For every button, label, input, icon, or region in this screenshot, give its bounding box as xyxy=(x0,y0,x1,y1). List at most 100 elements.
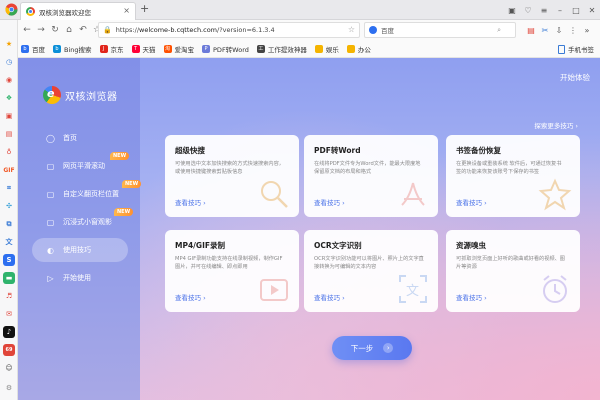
welcome-page: 双核浏览器 ◯首页▢网页平滑滚动NEW▢自定义翻页栏位置NEW▢沉浸式小窗观影N… xyxy=(18,58,600,400)
history-icon[interactable]: ◉ xyxy=(3,74,15,86)
tab-list-icon[interactable]: ▣ xyxy=(504,6,520,15)
tab-close-icon[interactable]: × xyxy=(123,6,130,15)
chat-icon[interactable]: ▬ xyxy=(3,272,15,284)
bookmark-item[interactable]: T 天猫 xyxy=(131,44,156,54)
view-tip-link[interactable]: 查看技巧 › xyxy=(456,197,487,207)
settings-icon[interactable]: ⋮ xyxy=(566,26,580,35)
bookmark-favicon-icon: 淘 xyxy=(163,44,172,53)
tip-card[interactable]: PDF转Word 在线将PDF文件专为Word文件，能最大限度地保留原文档的布局和… xyxy=(304,135,438,217)
settings-side-icon[interactable]: ⚙ xyxy=(3,382,15,394)
bookmark-item[interactable]: P PDF转Word xyxy=(202,44,249,54)
pdf-tool-icon[interactable]: ▤ xyxy=(524,26,538,35)
view-tip-link[interactable]: 查看技巧 › xyxy=(456,292,487,302)
bookmark-item[interactable]: 工工作提效神器 xyxy=(256,44,307,54)
menu-item[interactable]: ◐ 使用技巧 xyxy=(32,238,128,262)
url-input[interactable]: 🔒 https://welcome-b.cqttech.com/?version… xyxy=(98,22,360,38)
link-icon[interactable]: ✣ xyxy=(3,200,15,212)
menu-item[interactable]: ▢ 自定义翻页栏位置 NEW xyxy=(32,180,142,206)
crop-icon[interactable]: ⌗ xyxy=(3,182,15,194)
minimize-icon[interactable]: – xyxy=(552,6,568,15)
bookmark-label: 京东 xyxy=(110,45,124,54)
menu-item[interactable]: ▢ 网页平滑滚动 NEW xyxy=(32,152,130,178)
bookmark-label: 天猫 xyxy=(142,45,156,54)
bookmark-item[interactable]: J 京东 xyxy=(99,44,124,54)
clock-icon[interactable]: ◷ xyxy=(3,56,15,68)
bookmark-label: 爱淘宝 xyxy=(174,45,195,54)
location-icon[interactable]: ♁ xyxy=(3,146,15,158)
tip-card[interactable]: 资源嗅虫 可抓取浏览页面上好听的歌曲或好看的视频、图片等资源 查看技巧 › xyxy=(446,230,580,312)
welcome-menu: ◯ 首页 ▢ 网页平滑滚动 NEW ▢ 自定义翻页栏位置 NEW ▢ 沉浸式小窗观影 NEW ◐ 使用技… xyxy=(32,126,142,294)
bookmark-item[interactable]: 淘爱淘宝 xyxy=(163,44,195,54)
star-icon[interactable]: ★ xyxy=(3,38,15,50)
view-tip-link[interactable]: 查看技巧 › xyxy=(314,292,345,302)
bookmark-item[interactable]: b Bing搜索 xyxy=(53,44,92,54)
menu-item[interactable]: ◯ 首页 xyxy=(32,126,128,150)
new-tab-button[interactable]: + xyxy=(140,2,149,15)
welcome-sidebar: 双核浏览器 ◯首页▢网页平滑滚动NEW▢自定义翻页栏位置NEW▢沉浸式小窗观影N… xyxy=(18,58,142,400)
reload-icon[interactable]: ↻ xyxy=(48,25,62,35)
avatar-icon[interactable]: ☺ xyxy=(3,362,15,374)
bookmark-label: 工作提效神器 xyxy=(267,45,307,54)
circle-icon: ◯ xyxy=(46,133,55,143)
bookmark-star-icon[interactable]: ☆ xyxy=(348,25,355,34)
tip-card-description: MP4 GIF录制功能支持在线录制视频，制作GIF图片，并可在线编辑、即点即用 xyxy=(175,256,283,270)
app-icon[interactable]: 69 xyxy=(3,344,15,356)
home-icon[interactable]: ⌂ xyxy=(62,25,76,35)
note-icon[interactable]: ▤ xyxy=(3,128,15,140)
back-icon[interactable]: ← xyxy=(20,25,34,35)
view-tip-link[interactable]: 查看技巧 › xyxy=(175,197,206,207)
tip-card[interactable]: OCR文字识别 OCR文字识别功能可以将图片、照片上的文字直接转换为可编辑的文本内… xyxy=(304,230,438,312)
bookmark-favicon-icon: J xyxy=(99,44,108,53)
start-experience-link[interactable]: 开始体验 xyxy=(560,72,590,83)
apps-icon[interactable]: ❖ xyxy=(3,92,15,104)
bookmark-item[interactable]: 办公 xyxy=(346,44,371,54)
search-input[interactable]: 百度 ⌕ xyxy=(364,22,516,38)
explore-more-link[interactable]: 探索更多技巧 › xyxy=(534,120,578,130)
tip-card[interactable]: MP4/GIF录制 MP4 GIF录制功能支持在线录制视频，制作GIF图片，并可在… xyxy=(165,230,299,312)
menu-item-label: 开始使用 xyxy=(63,274,91,282)
download-icon[interactable]: ⇩ xyxy=(552,26,566,35)
toolbar-icons: ▤ ✂ ⇩ ⋮ » xyxy=(524,20,594,40)
clock-illustration-icon xyxy=(538,272,572,306)
bookmark-favicon-icon: P xyxy=(202,44,211,53)
view-tip-link[interactable]: 查看技巧 › xyxy=(175,292,206,302)
video-icon[interactable]: ▣ xyxy=(3,110,15,122)
tip-card[interactable]: 超级快搜 可使用选中文本加快搜索的方式快速搜索内容，或使用快捷键搜索剪贴板信息 查看… xyxy=(165,135,299,217)
undo-close-icon[interactable]: ↶ xyxy=(76,25,90,35)
browser-logo-icon[interactable] xyxy=(2,1,20,19)
page-icon: ▢ xyxy=(46,217,55,227)
search-icon[interactable]: ⌕ xyxy=(497,26,501,35)
music-icon[interactable]: ♬ xyxy=(3,290,15,302)
search-engine-label: 百度 xyxy=(381,27,394,35)
view-tip-link[interactable]: 查看技巧 › xyxy=(314,197,345,207)
tip-card-title: 资源嗅虫 xyxy=(456,241,486,250)
menu-icon[interactable]: ≡ xyxy=(536,6,552,15)
more-icon[interactable]: » xyxy=(580,26,594,35)
folder-icon xyxy=(314,44,323,53)
next-step-button[interactable]: 下一步 › xyxy=(332,336,412,360)
menu-item[interactable]: ▷ 开始使用 xyxy=(32,266,128,290)
screen-icon[interactable]: ⧉ xyxy=(3,218,15,230)
tip-card[interactable]: 书签备份恢复 在更换设备或重装系统 软件后，可通过恢复书签的功能来恢复该账号下保存… xyxy=(446,135,580,217)
mobile-bookmarks-link[interactable]: 手机书签 xyxy=(558,44,594,54)
page-icon: ▢ xyxy=(46,189,55,199)
browser-tab[interactable]: 双核浏览器欢迎您 × xyxy=(20,2,136,20)
gif-icon[interactable]: GIF xyxy=(3,164,15,176)
forward-icon[interactable]: → xyxy=(34,25,48,35)
bookmark-item[interactable]: 娱乐 xyxy=(314,44,339,54)
translate-icon[interactable]: 文 xyxy=(3,236,15,248)
page-icon: ▢ xyxy=(46,161,55,171)
close-window-icon[interactable]: ✕ xyxy=(584,6,600,15)
weibo-icon[interactable]: S xyxy=(3,254,15,266)
screenshot-icon[interactable]: ✂ xyxy=(538,26,552,35)
bookmark-item[interactable]: b 百度 xyxy=(21,44,45,54)
skin-icon[interactable]: ♡ xyxy=(520,6,536,15)
maximize-icon[interactable]: □ xyxy=(568,6,584,15)
new-badge: NEW xyxy=(110,152,130,160)
tiktok-icon[interactable]: ♪ xyxy=(3,326,15,338)
menu-item[interactable]: ▢ 沉浸式小窗观影 NEW xyxy=(32,208,134,234)
menu-item-label: 使用技巧 xyxy=(63,246,91,254)
window-controls: ▣ ♡ ≡ – □ ✕ xyxy=(504,0,600,20)
mail-icon[interactable]: ✉ xyxy=(3,308,15,320)
svg-text:文: 文 xyxy=(406,284,419,299)
